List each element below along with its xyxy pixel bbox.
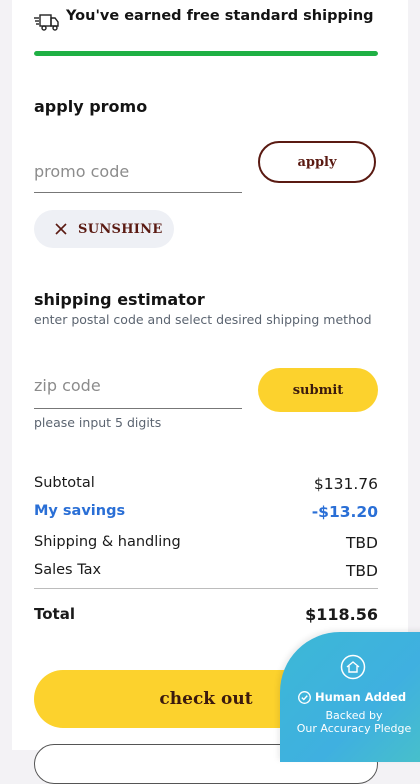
shipping-label: Shipping & handling bbox=[34, 534, 181, 550]
total-row: Total $118.56 bbox=[34, 605, 378, 624]
sales-tax-row: Sales Tax TBD bbox=[34, 562, 378, 580]
progress-fill bbox=[34, 51, 378, 56]
savings-label: My savings bbox=[34, 503, 126, 519]
zip-code-input[interactable] bbox=[34, 376, 242, 395]
apply-promo-button[interactable]: apply bbox=[258, 141, 376, 183]
subtotal-label: Subtotal bbox=[34, 475, 95, 491]
subtotal-value: $131.76 bbox=[313, 475, 378, 493]
badge-title: Human Added bbox=[315, 690, 407, 704]
zip-hint: please input 5 digits bbox=[34, 415, 162, 430]
applied-promo-chip: SUNSHINE bbox=[34, 210, 174, 248]
free-shipping-progress-bar bbox=[34, 51, 378, 56]
free-shipping-banner: You've earned free standard shipping bbox=[34, 8, 384, 32]
subtotal-row: Subtotal $131.76 bbox=[34, 475, 378, 493]
remove-promo-close-icon[interactable] bbox=[54, 222, 68, 236]
promo-heading: apply promo bbox=[34, 97, 148, 116]
accuracy-pledge-badge[interactable]: Human Added Backed by Our Accuracy Pledg… bbox=[280, 632, 420, 762]
promo-code-input[interactable] bbox=[34, 162, 242, 181]
savings-row: My savings -$13.20 bbox=[34, 503, 378, 521]
sales-tax-value: TBD bbox=[345, 562, 378, 580]
shipping-estimator-subtitle: enter postal code and select desired shi… bbox=[34, 312, 372, 327]
badge-line-1: Backed by bbox=[325, 709, 383, 722]
home-shield-icon bbox=[340, 654, 366, 680]
savings-value: -$13.20 bbox=[311, 503, 378, 521]
sales-tax-label: Sales Tax bbox=[34, 562, 102, 578]
summary-divider bbox=[34, 588, 378, 589]
shipping-estimator-heading: shipping estimator bbox=[34, 290, 205, 309]
delivery-truck-icon bbox=[34, 14, 59, 31]
badge-title-row: Human Added bbox=[298, 690, 406, 704]
free-shipping-message: You've earned free standard shipping bbox=[66, 8, 374, 24]
check-circle-icon bbox=[298, 690, 311, 704]
total-value: $118.56 bbox=[305, 605, 378, 624]
total-label: Total bbox=[34, 605, 75, 623]
promo-code-field[interactable] bbox=[34, 152, 242, 193]
submit-zip-button[interactable]: submit bbox=[258, 368, 378, 412]
applied-promo-code: SUNSHINE bbox=[78, 221, 163, 237]
shipping-value: TBD bbox=[345, 534, 378, 552]
badge-line-2: Our Accuracy Pledge bbox=[296, 722, 412, 735]
shipping-row: Shipping & handling TBD bbox=[34, 534, 378, 552]
zip-code-field[interactable] bbox=[34, 366, 242, 409]
